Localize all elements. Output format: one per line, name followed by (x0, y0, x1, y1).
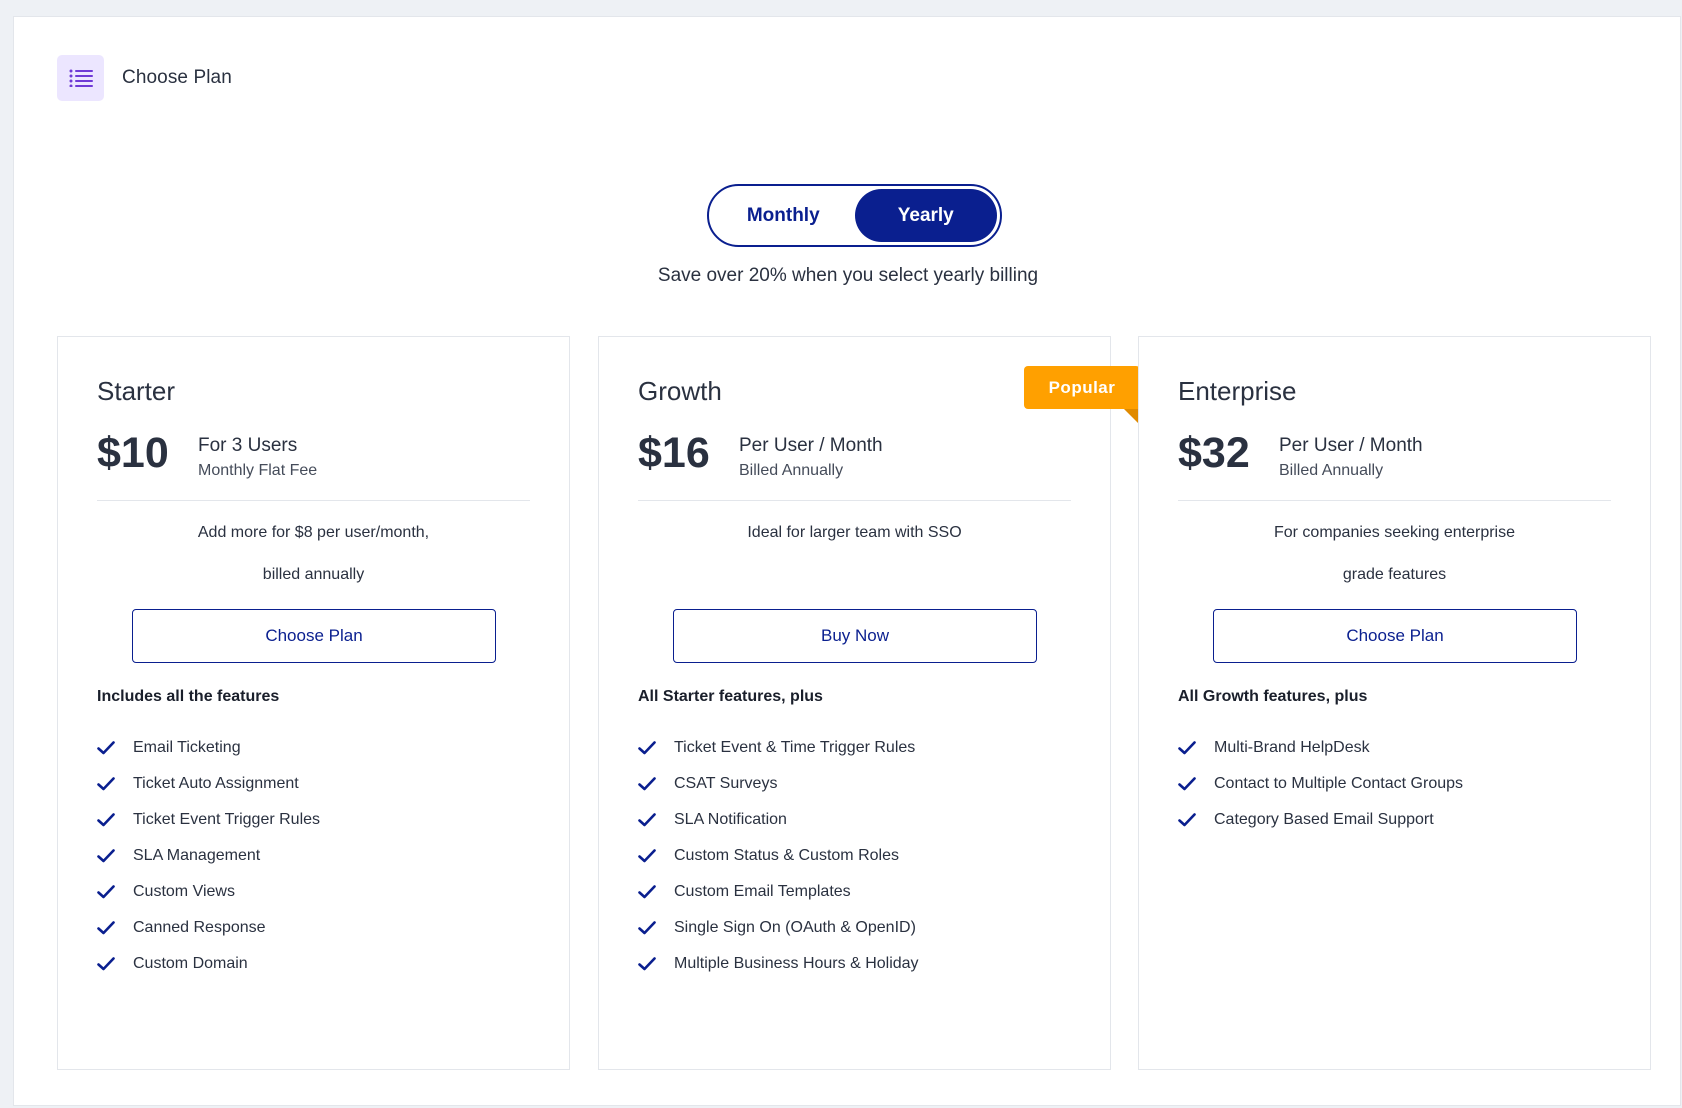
feature-list: Ticket Event & Time Trigger Rules CSAT Su… (638, 730, 919, 982)
divider (1178, 500, 1611, 501)
plan-price: $32 (1178, 429, 1250, 477)
plan-card-starter: Starter $10 For 3 Users Monthly Flat Fee… (57, 336, 570, 1070)
price-billing: Billed Annually (739, 462, 844, 479)
plan-card-growth: Growth $16 Per User / Month Billed Annua… (598, 336, 1111, 1070)
buy-now-button[interactable]: Buy Now (673, 609, 1037, 663)
check-icon (97, 849, 115, 863)
plan-description: Add more for $8 per user/month, billed a… (58, 512, 569, 596)
plan-name: Starter (97, 376, 176, 406)
price-unit: Per User / Month (739, 435, 883, 456)
feature-label: SLA Management (133, 847, 261, 864)
feature-item: Custom Status & Custom Roles (638, 838, 919, 874)
check-icon (638, 849, 656, 863)
feature-label: Category Based Email Support (1214, 811, 1434, 828)
feature-label: Email Ticketing (133, 739, 241, 756)
check-icon (1178, 741, 1196, 755)
feature-list: Multi-Brand HelpDesk Contact to Multiple … (1178, 730, 1463, 838)
feature-label: Custom Domain (133, 955, 248, 972)
feature-item: Multi-Brand HelpDesk (1178, 730, 1463, 766)
feature-item: Ticket Event Trigger Rules (97, 802, 320, 838)
plan-description: Ideal for larger team with SSO (599, 512, 1110, 554)
feature-item: Category Based Email Support (1178, 802, 1463, 838)
divider (97, 500, 530, 501)
choose-plan-button[interactable]: Choose Plan (132, 609, 496, 663)
check-icon (97, 885, 115, 899)
feature-item: SLA Management (97, 838, 320, 874)
page-title: Choose Plan (122, 67, 232, 88)
check-icon (97, 741, 115, 755)
feature-item: CSAT Surveys (638, 766, 919, 802)
price-billing: Billed Annually (1279, 462, 1384, 479)
price-billing: Monthly Flat Fee (198, 462, 318, 479)
check-icon (638, 741, 656, 755)
check-icon (1178, 813, 1196, 827)
check-icon (1178, 777, 1196, 791)
plan-name: Growth (638, 376, 722, 406)
feature-item: Custom Views (97, 874, 320, 910)
monthly-option[interactable]: Monthly (712, 189, 855, 242)
feature-item: Ticket Auto Assignment (97, 766, 320, 802)
description-line: Add more for $8 per user/month, (197, 524, 430, 541)
feature-label: Single Sign On (OAuth & OpenID) (674, 919, 916, 936)
features-heading: All Starter features, plus (638, 688, 823, 705)
list-menu-icon (69, 69, 93, 87)
feature-item: Single Sign On (OAuth & OpenID) (638, 910, 919, 946)
check-icon (638, 957, 656, 971)
popular-badge: Popular (1024, 366, 1140, 409)
feature-label: Canned Response (133, 919, 266, 936)
choose-plan-button[interactable]: Choose Plan (1213, 609, 1577, 663)
feature-label: Ticket Event Trigger Rules (133, 811, 321, 828)
check-icon (638, 813, 656, 827)
feature-label: Multi-Brand HelpDesk (1214, 739, 1370, 756)
billing-toggle[interactable]: Monthly Yearly (707, 184, 1002, 247)
description-line: Ideal for larger team with SSO (747, 524, 962, 541)
check-icon (97, 777, 115, 791)
feature-label: Custom Email Templates (674, 883, 851, 900)
description-line: For companies seeking enterprise (1273, 524, 1515, 541)
description-line: billed annually (262, 566, 365, 583)
check-icon (97, 957, 115, 971)
check-icon (638, 885, 656, 899)
feature-label: SLA Notification (674, 811, 787, 828)
feature-label: Contact to Multiple Contact Groups (1214, 775, 1464, 792)
features-heading: Includes all the features (97, 688, 280, 705)
feature-list: Email Ticketing Ticket Auto Assignment Tic… (97, 730, 320, 982)
feature-item: Ticket Event & Time Trigger Rules (638, 730, 919, 766)
price-unit: Per User / Month (1279, 435, 1423, 456)
features-heading: All Growth features, plus (1178, 688, 1368, 705)
feature-label: Ticket Auto Assignment (133, 775, 299, 792)
feature-item: Custom Domain (97, 946, 320, 982)
feature-item: Email Ticketing (97, 730, 320, 766)
yearly-option[interactable]: Yearly (854, 189, 997, 242)
price-unit: For 3 Users (198, 435, 298, 456)
feature-item: Multiple Business Hours & Holiday (638, 946, 919, 982)
feature-item: Contact to Multiple Contact Groups (1178, 766, 1463, 802)
feature-item: Canned Response (97, 910, 320, 946)
plan-price: $10 (97, 429, 169, 477)
feature-label: CSAT Surveys (674, 775, 778, 792)
pricing-page: Choose Plan Monthly Yearly Save over 20%… (13, 16, 1681, 1106)
feature-item: SLA Notification (638, 802, 919, 838)
check-icon (638, 921, 656, 935)
feature-label: Custom Views (133, 883, 235, 900)
save-note: Save over 20% when you select yearly bil… (657, 265, 1039, 286)
check-icon (97, 813, 115, 827)
plan-price: $16 (638, 429, 710, 477)
plan-name: Enterprise (1178, 376, 1297, 406)
plan-card-enterprise: Enterprise $32 Per User / Month Billed A… (1138, 336, 1651, 1070)
feature-item: Custom Email Templates (638, 874, 919, 910)
description-line: grade features (1342, 566, 1447, 583)
plan-description: For companies seeking enterprise grade f… (1139, 512, 1650, 596)
menu-button[interactable] (57, 55, 104, 101)
feature-label: Multiple Business Hours & Holiday (674, 955, 919, 972)
check-icon (638, 777, 656, 791)
feature-label: Ticket Event & Time Trigger Rules (674, 739, 916, 756)
feature-label: Custom Status & Custom Roles (674, 847, 899, 864)
divider (638, 500, 1071, 501)
check-icon (97, 921, 115, 935)
